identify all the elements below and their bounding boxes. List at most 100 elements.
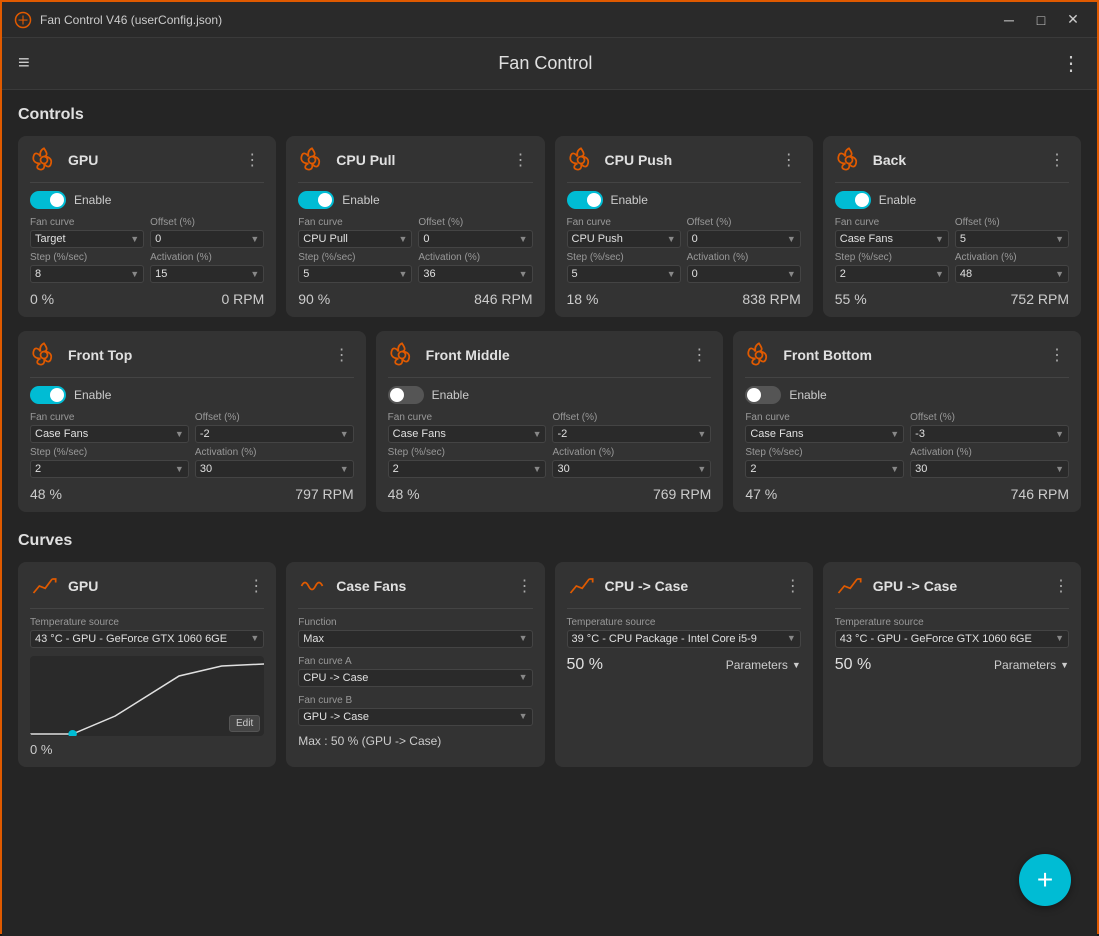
activation-select-gpu[interactable]: 15▼ — [150, 265, 264, 283]
curve-card-gpu-case: GPU -> Case ⋮ Temperature source 43 °C -… — [823, 562, 1081, 767]
params-button-gpu-case[interactable]: Parameters ▼ — [994, 658, 1069, 672]
fan-curve-label-cpu-pull: Fan curve — [298, 217, 412, 228]
curve-icon-gpu — [30, 572, 58, 600]
step-label-cpu-pull: Step (%/sec) — [298, 252, 412, 263]
card-more-cpu-push[interactable]: ⋮ — [777, 148, 801, 172]
offset-select-front-top[interactable]: -2▼ — [195, 425, 354, 443]
curve-more-gpu-case[interactable]: ⋮ — [1053, 576, 1069, 596]
offset-select-front-bottom[interactable]: -3▼ — [910, 425, 1069, 443]
activation-select-back[interactable]: 48▼ — [955, 265, 1069, 283]
chart-area-gpu: Edit — [30, 656, 264, 736]
curves-section-title: Curves — [18, 532, 1081, 550]
close-button[interactable]: ✕ — [1061, 8, 1085, 32]
fan-curve-select-cpu-pull[interactable]: CPU Pull▼ — [298, 230, 412, 248]
toggle-cpu-push[interactable] — [567, 191, 603, 209]
enable-label-front-top: Enable — [74, 388, 111, 402]
card-more-front-bottom[interactable]: ⋮ — [1045, 343, 1069, 367]
step-select-cpu-pull[interactable]: 5▼ — [298, 265, 412, 283]
step-label-cpu-push: Step (%/sec) — [567, 252, 681, 263]
curve-card-gpu: GPU ⋮ Temperature source 43 °C - GPU - G… — [18, 562, 276, 767]
fan-curve-label-back: Fan curve — [835, 217, 949, 228]
percent-front-bottom: 47 % — [745, 486, 777, 502]
temp-source-label-gpu-case: Temperature source — [835, 617, 1069, 628]
activation-select-front-top[interactable]: 30▼ — [195, 460, 354, 478]
toggle-front-middle[interactable] — [388, 386, 424, 404]
fan-curve-select-back[interactable]: Case Fans▼ — [835, 230, 949, 248]
step-label-back: Step (%/sec) — [835, 252, 949, 263]
fan-curve-select-gpu[interactable]: Target▼ — [30, 230, 144, 248]
step-select-back[interactable]: 2▼ — [835, 265, 949, 283]
toggle-cpu-pull[interactable] — [298, 191, 334, 209]
toggle-front-bottom[interactable] — [745, 386, 781, 404]
card-more-cpu-pull[interactable]: ⋮ — [509, 148, 533, 172]
percent-front-middle: 48 % — [388, 486, 420, 502]
card-more-front-top[interactable]: ⋮ — [330, 343, 354, 367]
fan-curve-select-front-top[interactable]: Case Fans▼ — [30, 425, 189, 443]
toggle-front-top[interactable] — [30, 386, 66, 404]
app-title: Fan Control — [30, 53, 1061, 74]
temp-source-select-gpu[interactable]: 43 °C - GPU - GeForce GTX 1060 6GE ▼ — [30, 630, 264, 648]
card-title-cpu-pull: CPU Pull — [336, 152, 508, 168]
offset-label-gpu: Offset (%) — [150, 217, 264, 228]
activation-select-front-bottom[interactable]: 30▼ — [910, 460, 1069, 478]
card-title-front-top: Front Top — [68, 347, 330, 363]
card-more-back[interactable]: ⋮ — [1045, 148, 1069, 172]
max-info-case-fans: Max : 50 % (GPU -> Case) — [298, 734, 532, 748]
step-label-gpu: Step (%/sec) — [30, 252, 144, 263]
rpm-front-bottom: 746 RPM — [1011, 486, 1069, 502]
params-button-cpu-case[interactable]: Parameters ▼ — [726, 658, 801, 672]
step-select-front-middle[interactable]: 2▼ — [388, 460, 547, 478]
control-card-gpu: GPU ⋮ Enable Fan curve Target▼ Offset (%… — [18, 136, 276, 317]
curve-more-case-fans[interactable]: ⋮ — [517, 576, 533, 596]
menu-button[interactable]: ≡ — [18, 52, 30, 75]
percent-gpu: 0 % — [30, 291, 54, 307]
step-select-front-top[interactable]: 2▼ — [30, 460, 189, 478]
card-more-gpu[interactable]: ⋮ — [240, 148, 264, 172]
offset-select-cpu-push[interactable]: 0▼ — [687, 230, 801, 248]
minimize-button[interactable]: ─ — [997, 8, 1021, 32]
offset-select-back[interactable]: 5▼ — [955, 230, 1069, 248]
offset-select-front-middle[interactable]: -2▼ — [552, 425, 711, 443]
curve-title-gpu-case: GPU -> Case — [873, 578, 1053, 594]
activation-label-cpu-push: Activation (%) — [687, 252, 801, 263]
offset-select-gpu[interactable]: 0▼ — [150, 230, 264, 248]
fan-icon-cpu-push — [567, 146, 595, 174]
maximize-button[interactable]: □ — [1029, 8, 1053, 32]
fan-curve-b-select[interactable]: GPU -> Case ▼ — [298, 708, 532, 726]
step-select-cpu-push[interactable]: 5▼ — [567, 265, 681, 283]
offset-select-cpu-pull[interactable]: 0▼ — [418, 230, 532, 248]
toggle-gpu[interactable] — [30, 191, 66, 209]
fan-icon-gpu — [30, 146, 58, 174]
activation-select-cpu-pull[interactable]: 36▼ — [418, 265, 532, 283]
curve-icon-gpu-case — [835, 572, 863, 600]
activation-label-cpu-pull: Activation (%) — [418, 252, 532, 263]
curve-more-gpu[interactable]: ⋮ — [248, 576, 264, 596]
rpm-front-middle: 769 RPM — [653, 486, 711, 502]
activation-select-cpu-push[interactable]: 0▼ — [687, 265, 801, 283]
add-fab-button[interactable]: + — [1019, 854, 1071, 906]
temp-source-select-cpu-case[interactable]: 39 °C - CPU Package - Intel Core i5-9 ▼ — [567, 630, 801, 648]
toggle-back[interactable] — [835, 191, 871, 209]
card-more-front-middle[interactable]: ⋮ — [687, 343, 711, 367]
percent-cpu-pull: 90 % — [298, 291, 330, 307]
step-select-front-bottom[interactable]: 2▼ — [745, 460, 904, 478]
function-select-case-fans[interactable]: Max ▼ — [298, 630, 532, 648]
fan-curve-select-cpu-push[interactable]: CPU Push▼ — [567, 230, 681, 248]
enable-label-front-bottom: Enable — [789, 388, 826, 402]
curve-title-case-fans: Case Fans — [336, 578, 516, 594]
fan-curve-select-front-middle[interactable]: Case Fans▼ — [388, 425, 547, 443]
curve-more-cpu-case[interactable]: ⋮ — [785, 576, 801, 596]
step-select-gpu[interactable]: 8▼ — [30, 265, 144, 283]
activation-select-front-middle[interactable]: 30▼ — [552, 460, 711, 478]
controls-row-2: Front Top ⋮ Enable Fan curve Case Fans▼ … — [18, 331, 1081, 512]
fan-curve-select-front-bottom[interactable]: Case Fans▼ — [745, 425, 904, 443]
fan-curve-b-label: Fan curve B — [298, 695, 532, 706]
temp-source-select-gpu-case[interactable]: 43 °C - GPU - GeForce GTX 1060 6GE ▼ — [835, 630, 1069, 648]
card-title-back: Back — [873, 152, 1045, 168]
fan-curve-a-label: Fan curve A — [298, 656, 532, 667]
topbar-more-button[interactable]: ⋮ — [1061, 51, 1081, 76]
edit-button-gpu[interactable]: Edit — [229, 715, 260, 732]
percent-back: 55 % — [835, 291, 867, 307]
curve-title-cpu-case: CPU -> Case — [605, 578, 785, 594]
fan-curve-a-select[interactable]: CPU -> Case ▼ — [298, 669, 532, 687]
